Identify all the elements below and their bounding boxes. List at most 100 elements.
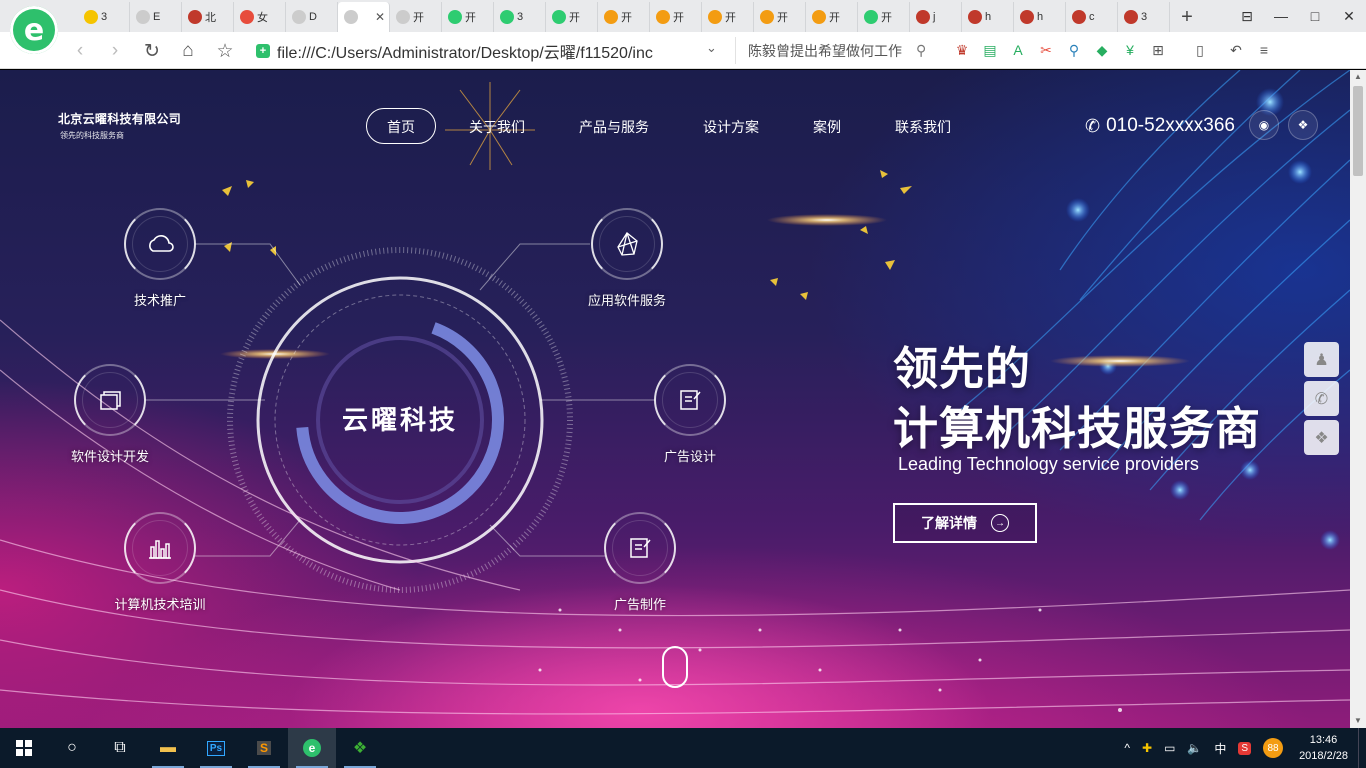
trophy-extension-icon[interactable]: ♛: [950, 39, 974, 61]
scroll-mouse-icon[interactable]: [662, 646, 688, 688]
weibo-icon[interactable]: ◉: [1249, 110, 1279, 140]
address-bar[interactable]: + file:///C:/Users/Administrator/Desktop…: [256, 37, 726, 64]
red-site-icon: [968, 10, 982, 24]
service-tech-training[interactable]: 计算机技术培训: [90, 512, 230, 613]
tray-expand-icon[interactable]: ^: [1118, 728, 1136, 768]
translate-extension-icon[interactable]: A: [1006, 39, 1030, 61]
browser-tab[interactable]: 3: [1118, 2, 1170, 32]
forward-button[interactable]: ›: [103, 39, 127, 63]
browser-tab[interactable]: h: [1014, 2, 1066, 32]
service-app-software[interactable]: 应用软件服务: [557, 208, 697, 309]
notification-badge[interactable]: 88: [1257, 728, 1289, 768]
address-url[interactable]: file:///C:/Users/Administrator/Desktop/云…: [277, 39, 697, 63]
wechat-taskbar-icon[interactable]: ❖: [336, 728, 384, 768]
browser-tab[interactable]: h: [962, 2, 1014, 32]
browser-tab[interactable]: 3: [78, 2, 130, 32]
back-button[interactable]: ‹: [68, 39, 92, 63]
tab-label: 3: [101, 11, 108, 23]
browser-tab[interactable]: 3: [494, 2, 546, 32]
scroll-thumb[interactable]: [1353, 86, 1363, 176]
nav-cases[interactable]: 案例: [792, 108, 862, 144]
address-dropdown-icon[interactable]: ⌄: [706, 40, 717, 56]
refresh-icon[interactable]: ↻: [140, 39, 164, 63]
pin-button[interactable]: ⊟: [1230, 0, 1264, 32]
search-cortana-icon[interactable]: ○: [48, 728, 96, 768]
browser-tab[interactable]: 女: [234, 2, 286, 32]
learn-more-button[interactable]: 了解详情 →: [893, 503, 1037, 543]
ime-indicator[interactable]: 中: [1208, 728, 1232, 768]
close-window-button[interactable]: ✕: [1332, 0, 1366, 32]
menu-icon[interactable]: ≡: [1252, 39, 1276, 61]
browser-tab[interactable]: E: [130, 2, 182, 32]
service-ring: [654, 364, 726, 436]
network-icon[interactable]: ▭: [1158, 728, 1181, 768]
magnifier-extension-icon[interactable]: ⚲: [1062, 39, 1086, 61]
start-icon[interactable]: [0, 728, 48, 768]
nav-contact[interactable]: 联系我们: [874, 108, 972, 144]
minimize-button[interactable]: —: [1264, 0, 1298, 32]
browser-toolbar: ‹ › ↻ ⌂ ☆ + file:///C:/Users/Administrat…: [0, 32, 1366, 69]
browser-tab[interactable]: 开: [858, 2, 910, 32]
service-tech-promotion[interactable]: 技术推广: [90, 208, 230, 309]
nav-design-solutions[interactable]: 设计方案: [682, 108, 780, 144]
task-view-icon[interactable]: ⧉: [96, 728, 144, 768]
phone-icon[interactable]: ✆: [1304, 381, 1339, 416]
browser-tab[interactable]: j: [910, 2, 962, 32]
maximize-button[interactable]: □: [1298, 0, 1332, 32]
windows-taskbar: ○ ⧉ ▬ Ps S e ❖ ^ ✚ ▭ 🔈 中 S 88 13:46 2018…: [0, 728, 1366, 768]
file-explorer-icon[interactable]: ▬: [144, 728, 192, 768]
page-scrollbar[interactable]: ▲ ▼: [1350, 70, 1366, 728]
browser-tab[interactable]: 开: [806, 2, 858, 32]
service-software-dev[interactable]: 软件设计开发: [40, 364, 180, 465]
nav-about[interactable]: 关于我们: [448, 108, 546, 144]
sogou-ime-icon[interactable]: S: [1232, 728, 1257, 768]
service-ad-design[interactable]: 广告设计: [620, 364, 760, 465]
browser-tab[interactable]: 北: [182, 2, 234, 32]
nav-products-services[interactable]: 产品与服务: [558, 108, 670, 144]
scissors-extension-icon[interactable]: ✂: [1034, 39, 1058, 61]
scroll-up-icon[interactable]: ▲: [1350, 70, 1366, 84]
browser-tab[interactable]: 开: [754, 2, 806, 32]
book-extension-icon[interactable]: ▤: [978, 39, 1002, 61]
bookmark-star-icon[interactable]: ☆: [213, 39, 237, 63]
browser-logo-icon[interactable]: e: [10, 6, 58, 54]
service-ad-production[interactable]: 广告制作: [570, 512, 710, 613]
scroll-down-icon[interactable]: ▼: [1350, 714, 1366, 728]
tab-label: 开: [777, 12, 788, 24]
system-clock[interactable]: 13:46 2018/2/28: [1289, 732, 1358, 764]
browser-tab[interactable]: D: [286, 2, 338, 32]
browser-tab[interactable]: 开: [442, 2, 494, 32]
search-input[interactable]: 陈毅曾提出希望做何工作 ⚲: [735, 37, 933, 64]
service-label: 广告设计: [663, 449, 716, 464]
site-brand[interactable]: 北京云曜科技有限公司 领先的科技服务商: [58, 110, 181, 141]
undo-icon[interactable]: ↶: [1224, 39, 1248, 61]
browser-tab[interactable]: 开: [390, 2, 442, 32]
sublime-text-icon[interactable]: S: [240, 728, 288, 768]
browser-tab[interactable]: ✕: [338, 2, 390, 32]
new-tab-button[interactable]: +: [1170, 2, 1204, 32]
volume-muted-icon[interactable]: 🔈: [1181, 728, 1208, 768]
browser-tab[interactable]: 开: [650, 2, 702, 32]
hero-headline-line2: 计算机科技服务商: [893, 403, 1262, 454]
search-site-icon: [864, 10, 878, 24]
browser-tab[interactable]: 开: [702, 2, 754, 32]
qq-icon[interactable]: ♟: [1304, 342, 1339, 377]
home-icon[interactable]: ⌂: [176, 39, 200, 63]
browser-tab[interactable]: c: [1066, 2, 1118, 32]
wechat-icon[interactable]: ❖: [1304, 420, 1339, 455]
phone-sync-icon[interactable]: ▯: [1188, 39, 1212, 61]
game-extension-icon[interactable]: ◆: [1090, 39, 1114, 61]
browser-tab[interactable]: 开: [546, 2, 598, 32]
main-nav: 首页 关于我们 产品与服务 设计方案 案例 联系我们: [366, 108, 984, 144]
show-desktop-button[interactable]: [1358, 728, 1366, 768]
close-tab-icon[interactable]: ✕: [375, 10, 385, 24]
browser-tab[interactable]: 开: [598, 2, 650, 32]
search-icon[interactable]: ⚲: [916, 42, 926, 59]
apps-grid-icon[interactable]: ⊞: [1146, 39, 1170, 61]
nav-home[interactable]: 首页: [366, 108, 436, 144]
shield-extension-icon[interactable]: ¥: [1118, 39, 1142, 61]
browser-taskbar-icon[interactable]: e: [288, 728, 336, 768]
tray-app-icon[interactable]: ✚: [1136, 728, 1158, 768]
photoshop-icon[interactable]: Ps: [192, 728, 240, 768]
wechat-icon[interactable]: ❖: [1288, 110, 1318, 140]
